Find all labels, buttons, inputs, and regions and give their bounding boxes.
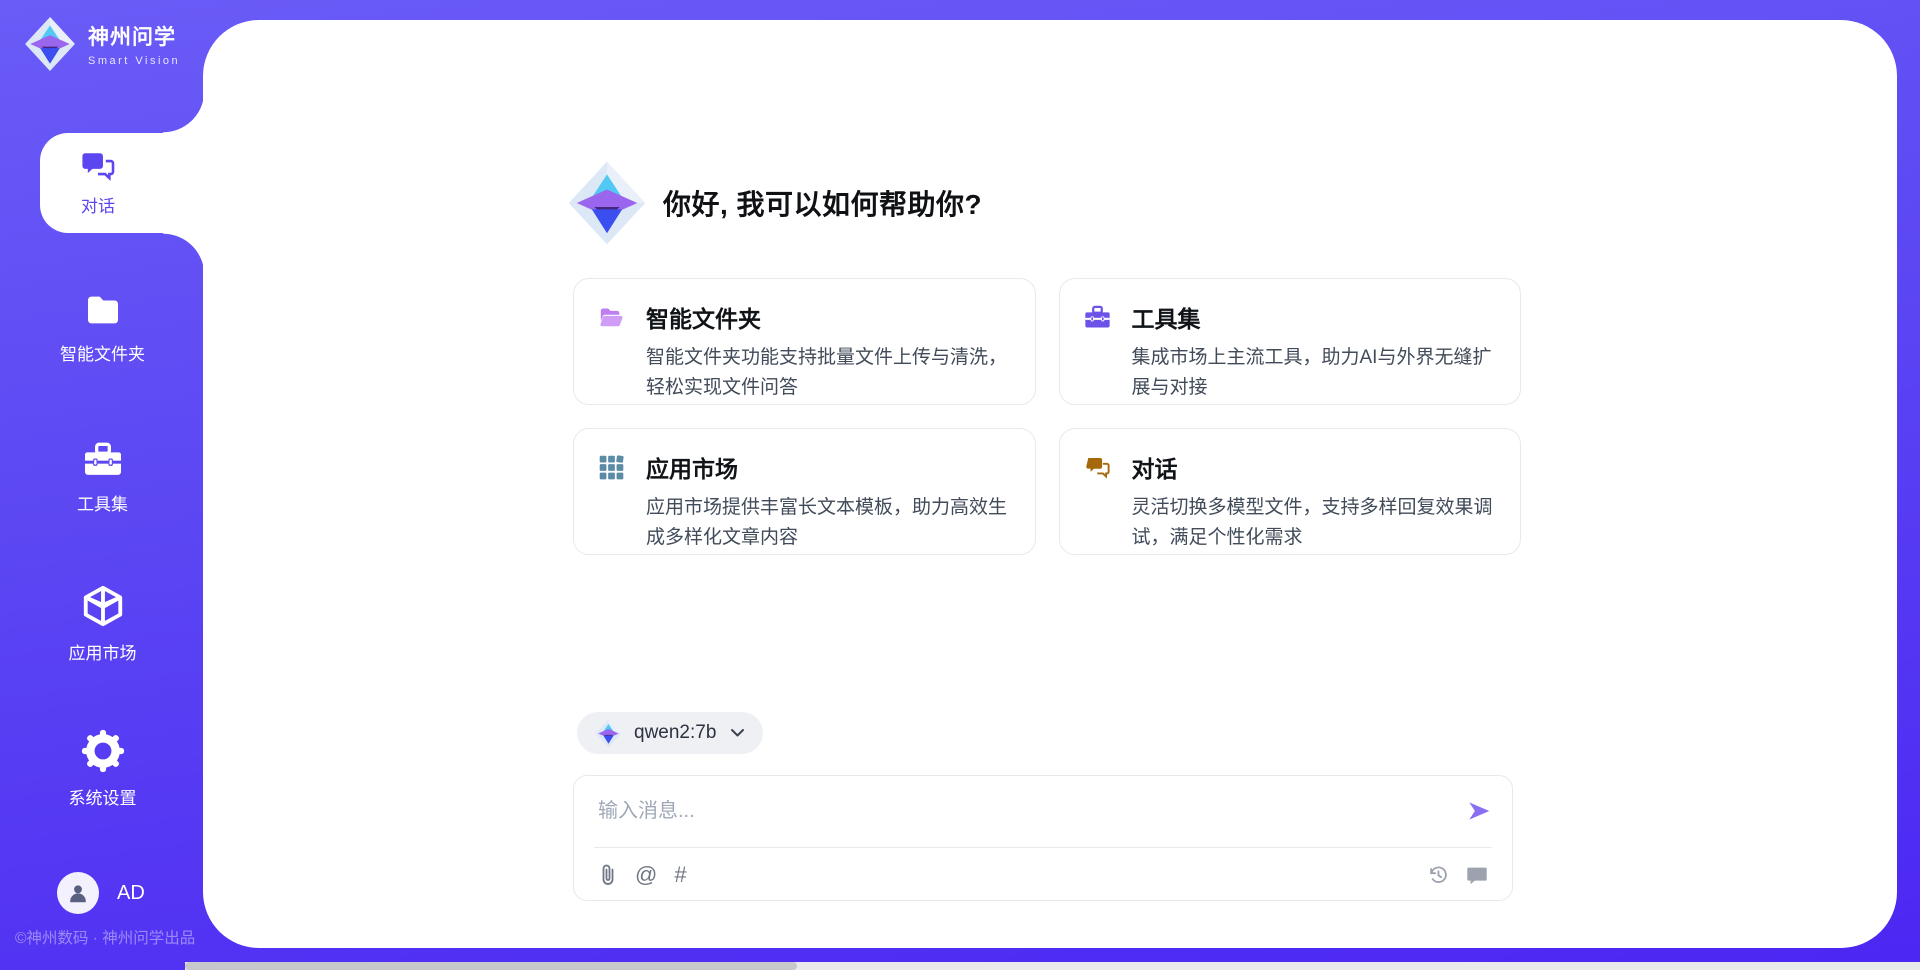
person-icon [65, 880, 91, 906]
card-description: 灵活切换多模型文件，支持多样回复效果调试，满足个性化需求 [1132, 493, 1497, 553]
brand: 神州问学 Smart Vision [22, 16, 180, 72]
scrollbar-thumb[interactable] [185, 962, 797, 970]
mention-icon[interactable]: @ [635, 864, 657, 886]
brand-subtitle: Smart Vision [88, 55, 180, 67]
sidebar-item-settings[interactable]: 系统设置 [0, 728, 205, 809]
send-icon[interactable] [1466, 798, 1492, 824]
model-selector[interactable]: qwen2:7b [577, 712, 763, 754]
card-description: 集成市场上主流工具，助力AI与外界无缝扩展与对接 [1132, 343, 1497, 403]
chat-icon [1084, 454, 1111, 481]
card-title: 工具集 [1132, 300, 1201, 334]
chat-icon [81, 149, 115, 183]
model-name: qwen2:7b [634, 722, 716, 744]
sidebar-item-chat[interactable]: 对话 [40, 133, 205, 233]
cube-icon [80, 583, 126, 629]
message-composer: @ # [573, 775, 1513, 901]
avatar [57, 872, 99, 914]
folder-open-icon [598, 304, 625, 331]
hashtag-icon[interactable]: # [674, 864, 686, 886]
briefcase-icon [1084, 304, 1111, 331]
brand-name: 神州问学 [88, 21, 180, 51]
folder-icon [82, 290, 124, 330]
greeting-text: 你好, 我可以如何帮助你? [663, 183, 982, 223]
chevron-down-icon [730, 728, 745, 738]
feature-cards: 智能文件夹 智能文件夹功能支持批量文件上传与清洗，轻松实现文件问答 工具 [573, 278, 1521, 555]
gear-icon [80, 728, 126, 774]
chat-bubble-icon[interactable] [1466, 864, 1488, 886]
sidebar-item-tools[interactable]: 工具集 [0, 440, 205, 515]
message-input[interactable] [574, 776, 1430, 842]
app-window: 神州问学 Smart Vision 对话 智能文件夹 [0, 0, 1920, 970]
card-chat[interactable]: 对话 灵活切换多模型文件，支持多样回复效果调试，满足个性化需求 [1059, 428, 1522, 555]
history-icon[interactable] [1427, 864, 1449, 886]
main-panel: 你好, 我可以如何帮助你? 智能文件夹 智能文件夹功能支持批量文件上传与清洗，轻… [203, 20, 1897, 948]
user-initials: AD [117, 882, 145, 905]
attachment-icon[interactable] [598, 863, 618, 887]
card-app-market[interactable]: 应用市场 应用市场提供丰富长文本模板，助力高效生成多样化文章内容 [573, 428, 1036, 555]
card-title: 智能文件夹 [646, 300, 761, 334]
sidebar-item-label: 工具集 [77, 490, 128, 515]
sidebar-item-folders[interactable]: 智能文件夹 [0, 290, 205, 365]
grid-icon [598, 454, 625, 481]
card-description: 应用市场提供丰富长文本模板，助力高效生成多样化文章内容 [646, 493, 1011, 553]
sidebar-item-label: 应用市场 [69, 639, 137, 664]
greeting: 你好, 我可以如何帮助你? [567, 160, 982, 246]
sidebar-item-label: 智能文件夹 [60, 340, 145, 365]
user-account[interactable]: AD [57, 872, 145, 914]
sidebar-item-market[interactable]: 应用市场 [0, 583, 205, 664]
sidebar-item-label: 系统设置 [69, 784, 137, 809]
sidebar-item-label: 对话 [81, 192, 115, 217]
model-logo-diamond-icon [595, 719, 622, 748]
card-title: 应用市场 [646, 450, 738, 484]
card-smart-folder[interactable]: 智能文件夹 智能文件夹功能支持批量文件上传与清洗，轻松实现文件问答 [573, 278, 1036, 405]
assistant-logo-diamond-icon [567, 160, 647, 246]
card-title: 对话 [1132, 450, 1178, 484]
composer-divider [594, 847, 1492, 848]
briefcase-icon [82, 440, 124, 480]
copyright-text: ©神州数码 · 神州问学出品 [15, 926, 195, 948]
card-toolset[interactable]: 工具集 集成市场上主流工具，助力AI与外界无缝扩展与对接 [1059, 278, 1522, 405]
brand-logo-diamond-icon [22, 16, 78, 72]
card-description: 智能文件夹功能支持批量文件上传与清洗，轻松实现文件问答 [646, 343, 1011, 403]
horizontal-scrollbar[interactable] [185, 962, 1920, 970]
